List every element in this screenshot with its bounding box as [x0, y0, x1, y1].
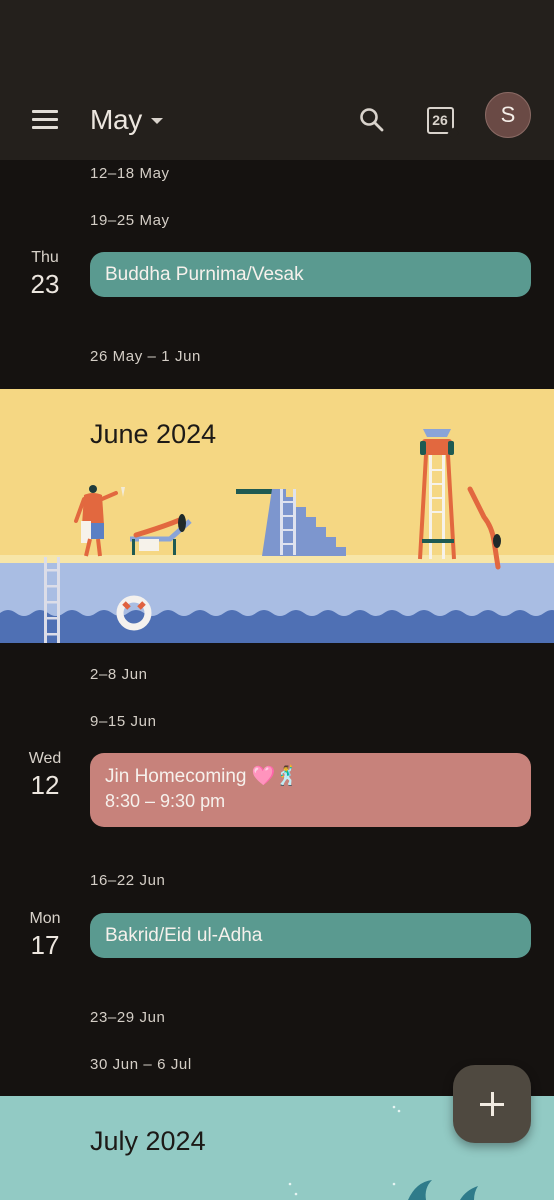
- day-number: 12: [30, 770, 60, 800]
- month-banner-title: June 2024: [90, 419, 217, 449]
- week-label: 19–25 May: [90, 212, 170, 229]
- event-title: Bakrid/Eid ul-Adha: [105, 924, 263, 946]
- week-label: 30 Jun – 6 Jul: [90, 1056, 192, 1073]
- today-button[interactable]: 26: [414, 94, 466, 146]
- event-time: 8:30 – 9:30 pm: [105, 791, 226, 811]
- event-title: Jin Homecoming 🩷🕺: [105, 766, 300, 787]
- search-icon: [360, 108, 384, 132]
- event-chip[interactable]: Buddha Purnima/Vesak: [90, 252, 531, 297]
- menu-button[interactable]: [22, 98, 68, 142]
- day-number: 23: [30, 269, 60, 299]
- event-chip[interactable]: Jin Homecoming 🩷🕺 8:30 – 9:30 pm: [90, 753, 531, 827]
- month-banner-june: June 2024: [0, 389, 554, 643]
- month-selector[interactable]: May: [90, 96, 163, 144]
- day-name: Thu: [31, 249, 59, 266]
- day-number: 17: [30, 930, 60, 960]
- plus-icon: [480, 1092, 504, 1116]
- week-label: 2–8 Jun: [90, 666, 148, 683]
- today-date: 26: [432, 112, 448, 128]
- day-header[interactable]: Wed 12: [18, 750, 72, 801]
- app-bar: May 26 S: [0, 80, 554, 160]
- avatar-initial: S: [500, 102, 516, 127]
- calendar-today-icon: 26: [426, 106, 454, 134]
- month-label: May: [90, 104, 142, 135]
- account-avatar[interactable]: S: [485, 92, 531, 138]
- day-header[interactable]: Mon 17: [18, 910, 72, 961]
- caret-down-icon: [151, 118, 163, 124]
- create-event-fab[interactable]: [453, 1065, 531, 1143]
- day-name: Mon: [29, 910, 61, 927]
- event-chip[interactable]: Bakrid/Eid ul-Adha: [90, 913, 531, 958]
- pool-summer-illustration: [0, 429, 554, 643]
- event-title: Buddha Purnima/Vesak: [105, 263, 304, 285]
- month-banner-title: July 2024: [90, 1126, 206, 1156]
- search-button[interactable]: [346, 94, 398, 146]
- day-name: Wed: [28, 750, 62, 767]
- status-bar: [0, 0, 554, 80]
- week-label: 26 May – 1 Jun: [90, 348, 201, 365]
- day-header[interactable]: Thu 23: [18, 249, 72, 300]
- week-label: 23–29 Jun: [90, 1009, 166, 1026]
- week-label: 16–22 Jun: [90, 872, 166, 889]
- week-label: 12–18 May: [90, 165, 170, 182]
- week-label: 9–15 Jun: [90, 713, 157, 730]
